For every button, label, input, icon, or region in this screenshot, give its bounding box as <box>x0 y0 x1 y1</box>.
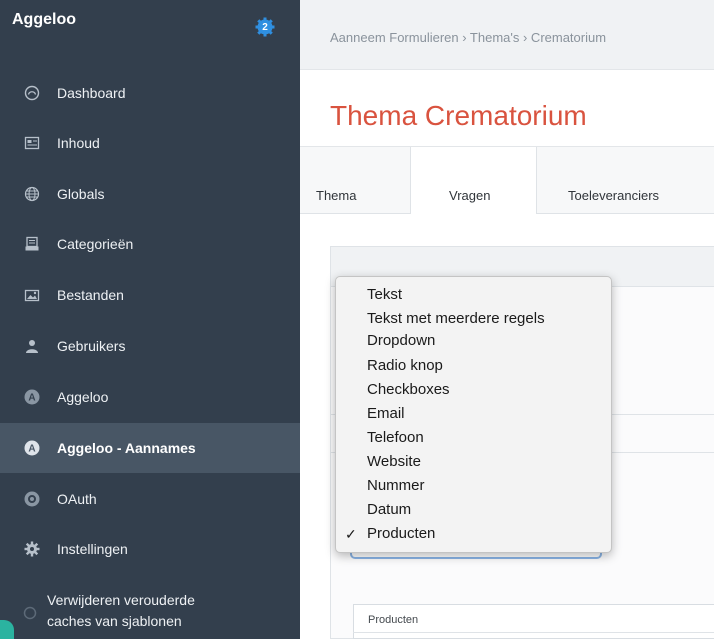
svg-text:A: A <box>28 393 35 404</box>
nav-label: Dashboard <box>57 85 126 101</box>
products-label: Producten <box>368 614 419 626</box>
nav-label: Aggeloo <box>57 389 109 405</box>
svg-text:A: A <box>28 444 35 455</box>
nav-categorieen[interactable]: Categorieën <box>0 219 300 269</box>
nav-inhoud[interactable]: Inhoud <box>0 118 300 168</box>
type-dropdown-menu[interactable]: Tekst Tekst met meerdere regels Dropdown… <box>335 276 612 553</box>
assets-icon <box>24 287 40 303</box>
nav-oauth[interactable]: OAuth <box>0 474 300 524</box>
users-icon <box>24 338 40 354</box>
nav-globals[interactable]: Globals <box>0 169 300 219</box>
nav-label: Bestanden <box>57 287 124 303</box>
dropdown-option-selected[interactable]: Producten <box>367 525 435 542</box>
dropdown-option[interactable]: Tekst <box>367 286 402 303</box>
oauth-icon <box>24 491 40 507</box>
nav-label-line2: caches van sjablonen <box>47 613 182 629</box>
entries-icon <box>24 135 40 151</box>
nav-gebruikers[interactable]: Gebruikers <box>0 321 300 371</box>
page-title: Thema Crematorium <box>330 100 587 131</box>
dropdown-option[interactable]: Radio knop <box>367 357 443 374</box>
tab-active-background <box>410 147 537 214</box>
nav-label: Inhoud <box>57 135 100 151</box>
notification-badge[interactable]: 2 <box>255 17 275 37</box>
nav-instellingen[interactable]: Instellingen <box>0 524 300 574</box>
nav-label: Globals <box>57 186 105 202</box>
dropdown-option[interactable]: Checkboxes <box>367 381 450 398</box>
nav-dashboard[interactable]: Dashboard <box>0 68 300 118</box>
nav-clear-caches[interactable]: Verwijderen verouderde caches van sjablo… <box>0 586 300 638</box>
progress-icon <box>22 605 38 621</box>
dropdown-option[interactable]: Nummer <box>367 477 425 494</box>
nav-label: Categorieën <box>57 236 134 252</box>
nav-label: Gebruikers <box>57 338 126 354</box>
sidebar: Aggeloo 2 Dashboard Inhoud Globals Categ… <box>0 0 300 639</box>
nav-label: Instellingen <box>57 541 128 557</box>
plugin-a-icon: A <box>24 440 40 456</box>
nav-label: OAuth <box>57 491 97 507</box>
dropdown-option[interactable]: Datum <box>367 501 411 518</box>
dropdown-option[interactable]: Email <box>367 405 405 422</box>
dropdown-option[interactable]: Telefoon <box>367 429 424 446</box>
nav-label: Aggeloo - Aannames <box>57 440 196 456</box>
dropdown-option[interactable]: Dropdown <box>367 332 435 349</box>
nav-bestanden[interactable]: Bestanden <box>0 270 300 320</box>
tab-vragen[interactable]: Vragen <box>449 188 490 203</box>
breadcrumb[interactable]: Aanneem Formulieren › Thema's › Cremator… <box>330 30 606 45</box>
tab-toeleveranciers[interactable]: Toeleveranciers <box>568 188 659 203</box>
nav-aggeloo-aannames[interactable]: A Aggeloo - Aannames <box>0 423 300 473</box>
badge-count: 2 <box>262 21 268 33</box>
gear-icon <box>24 541 40 557</box>
products-divider <box>353 632 714 633</box>
globe-icon <box>24 186 40 202</box>
nav-label-line1: Verwijderen verouderde <box>47 592 195 608</box>
selected-check-icon: ✓ <box>345 526 357 542</box>
nav-aggeloo[interactable]: A Aggeloo <box>0 372 300 422</box>
dashboard-icon <box>24 85 40 101</box>
dropdown-option[interactable]: Tekst met meerdere regels <box>367 310 545 327</box>
categories-icon <box>24 236 40 252</box>
tab-thema[interactable]: Thema <box>316 188 356 203</box>
plugin-a-icon: A <box>24 389 40 405</box>
dropdown-option[interactable]: Website <box>367 453 421 470</box>
